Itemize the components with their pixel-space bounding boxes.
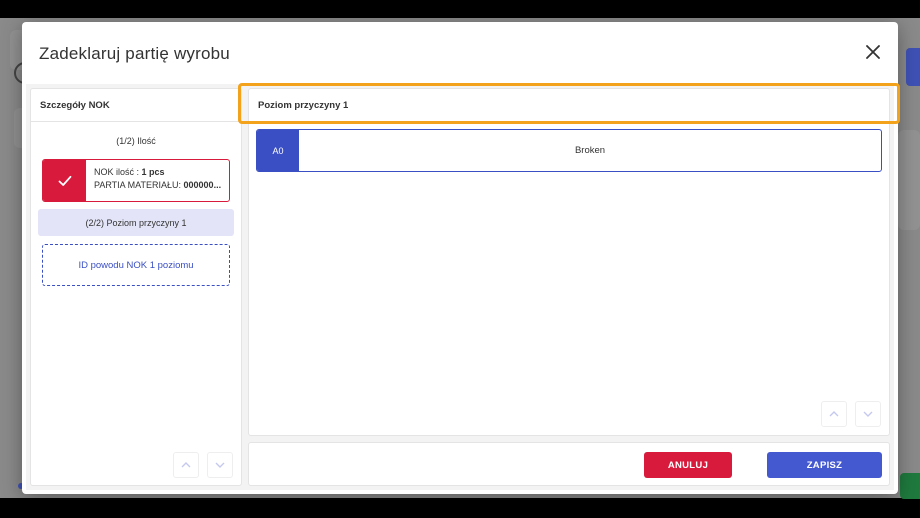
nok-details-panel: Szczegóły NOK (1/2) Ilość NOK ilość : 1 … xyxy=(30,88,242,486)
cancel-button[interactable]: ANULUJ xyxy=(644,452,732,478)
nok-batch-label: PARTIA MATERIAŁU: xyxy=(94,180,184,190)
panel-header: Poziom przyczyny 1 xyxy=(249,89,889,122)
scroll-up-button[interactable] xyxy=(173,452,199,478)
nok-qty-label: NOK ilość : xyxy=(94,167,142,177)
declare-batch-dialog: Zadeklaruj partię wyrobu Szczegóły NOK (… xyxy=(22,22,898,494)
nok-card-status xyxy=(43,160,86,201)
nok-reason-id-slot[interactable]: ID powodu NOK 1 poziomu xyxy=(42,244,230,286)
reason-level-panel: Poziom przyczyny 1 A0 Broken xyxy=(248,88,890,436)
check-icon xyxy=(58,175,71,186)
reason-code: A0 xyxy=(257,130,299,171)
step-quantity-label: (1/2) Ilość xyxy=(116,136,156,146)
nok-batch-value: 000000... xyxy=(183,180,222,190)
save-button[interactable]: ZAPISZ xyxy=(767,452,882,478)
panel-header: Szczegóły NOK xyxy=(31,89,241,122)
right-panel-scroll-controls xyxy=(821,401,881,427)
nok-quantity-card[interactable]: NOK ilość : 1 pcs PARTIA MATERIAŁU: 0000… xyxy=(42,159,230,202)
chevron-down-icon xyxy=(215,462,225,468)
chevron-up-icon xyxy=(181,462,191,468)
left-panel-scroll-controls xyxy=(173,452,233,478)
nok-card-info: NOK ilość : 1 pcs PARTIA MATERIAŁU: 0000… xyxy=(86,160,229,201)
background-button xyxy=(900,473,920,499)
chevron-up-icon xyxy=(829,411,839,417)
nok-batch-line: PARTIA MATERIAŁU: 000000... xyxy=(94,179,223,192)
dialog-body: Szczegóły NOK (1/2) Ilość NOK ilość : 1 … xyxy=(26,84,894,490)
scroll-down-button[interactable] xyxy=(855,401,881,427)
dialog-title: Zadeklaruj partię wyrobu xyxy=(39,44,230,63)
reason-name: Broken xyxy=(574,145,606,156)
background-card xyxy=(898,130,920,230)
chevron-down-icon xyxy=(863,411,873,417)
close-icon xyxy=(866,45,880,59)
nok-qty-line: NOK ilość : 1 pcs xyxy=(94,166,223,179)
nok-qty-value: 1 pcs xyxy=(141,167,165,177)
background-button xyxy=(906,48,920,86)
step-reason-level-label[interactable]: (2/2) Poziom przyczyny 1 xyxy=(38,209,234,236)
reason-option[interactable]: A0 Broken xyxy=(256,129,882,172)
scroll-down-button[interactable] xyxy=(207,452,233,478)
close-button[interactable] xyxy=(860,39,886,65)
scroll-up-button[interactable] xyxy=(821,401,847,427)
dialog-footer: ANULUJ ZAPISZ xyxy=(248,442,890,486)
